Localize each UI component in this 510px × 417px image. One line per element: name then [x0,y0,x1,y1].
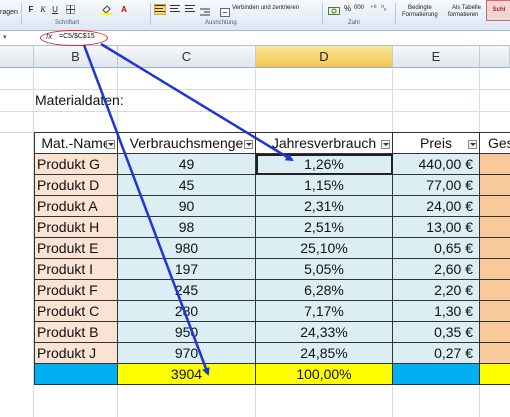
arrow-to-total-cell [82,44,210,376]
arrow-to-result-cell [100,42,294,162]
annotation-arrows [82,42,294,376]
